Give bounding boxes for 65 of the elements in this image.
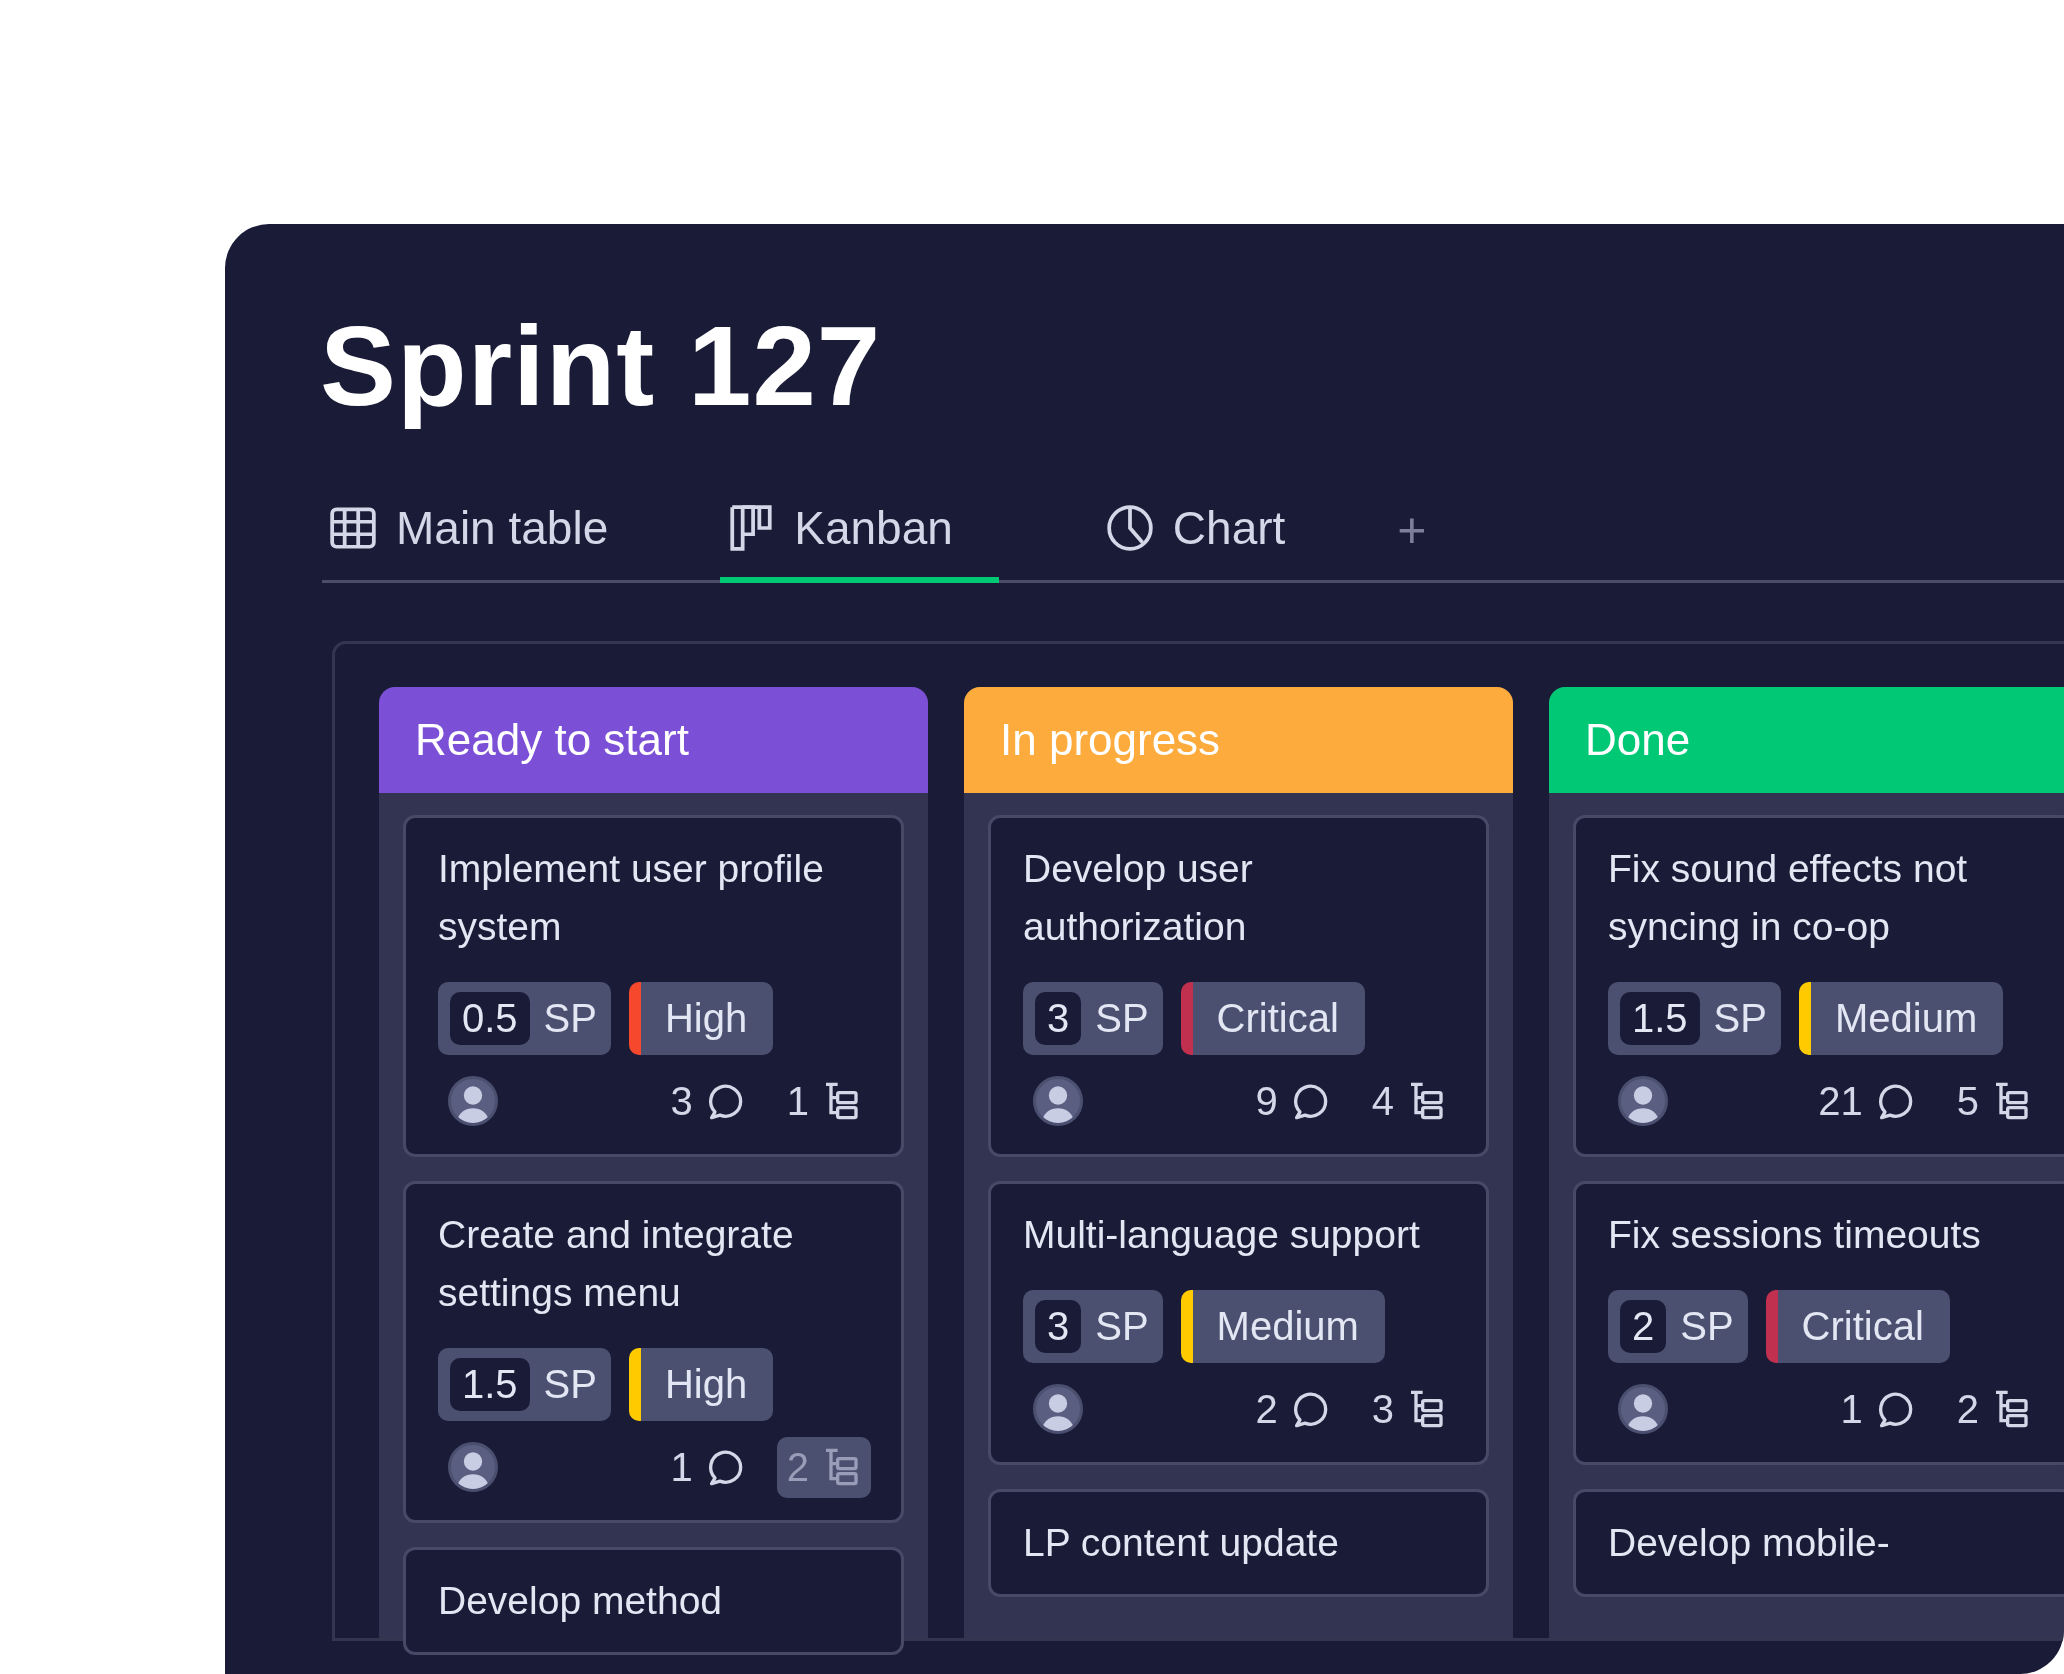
avatar-icon bbox=[448, 1076, 498, 1127]
task-card[interactable]: Develop mobile- bbox=[1573, 1488, 2064, 1597]
story-points-unit: SP bbox=[1095, 995, 1149, 1041]
task-title: Implement user profile system bbox=[438, 845, 825, 950]
task-card[interactable]: Fix sound effects not syncing in co-op 1.5 SP Medium 21 5 bbox=[1573, 814, 2064, 1157]
view-tab[interactable]: Kanban bbox=[720, 500, 999, 583]
avatar-icon bbox=[1618, 1076, 1668, 1127]
tab-label: Chart bbox=[1172, 500, 1286, 555]
board-title: Sprint 127 bbox=[320, 301, 882, 431]
tab-label: Main table bbox=[396, 500, 609, 555]
comment-count: 1 bbox=[670, 1444, 693, 1490]
view-tab[interactable]: Chart bbox=[1098, 500, 1298, 583]
task-title: Develop user authorization bbox=[1023, 845, 1254, 950]
task-title: Multi-language support bbox=[1023, 1211, 1421, 1258]
story-points-value: 2 bbox=[1620, 1299, 1667, 1353]
task-title: LP content update bbox=[1023, 1519, 1340, 1566]
comment-count: 3 bbox=[670, 1078, 693, 1124]
priority-tag: Medium bbox=[1798, 981, 2004, 1055]
subitems-button[interactable]: 5 bbox=[1946, 1070, 2041, 1132]
priority-tag: Medium bbox=[1180, 1289, 1385, 1363]
subitems-button[interactable]: 1 bbox=[776, 1070, 871, 1132]
story-points-value: 3 bbox=[1035, 991, 1082, 1045]
story-points-value: 1.5 bbox=[450, 1357, 530, 1411]
subitems-button[interactable]: 2 bbox=[1946, 1378, 2041, 1440]
story-points-value: 0.5 bbox=[450, 991, 530, 1045]
task-card[interactable]: Develop method bbox=[403, 1546, 904, 1655]
column-header: Done bbox=[1549, 686, 2064, 793]
pie-chart-icon bbox=[1104, 502, 1155, 553]
avatar-icon bbox=[1033, 1076, 1083, 1127]
priority-tag: Critical bbox=[1765, 1289, 1950, 1363]
story-points-value: 3 bbox=[1035, 1299, 1082, 1353]
task-card[interactable]: Fix sessions timeouts 2 SP Critical 1 2 bbox=[1573, 1180, 2064, 1465]
story-points-unit: SP bbox=[543, 1361, 597, 1407]
priority-tag: Critical bbox=[1180, 981, 1365, 1055]
priority-tag: High bbox=[628, 981, 774, 1055]
task-title: Develop method bbox=[438, 1577, 723, 1624]
avatar-icon bbox=[1033, 1384, 1083, 1435]
column-header: Ready to start bbox=[379, 686, 928, 793]
task-title: Fix sound effects not syncing in co-op bbox=[1608, 845, 1969, 950]
add-view-button[interactable]: + bbox=[1397, 505, 1427, 556]
story-points-unit: SP bbox=[1680, 1303, 1734, 1349]
task-card[interactable]: Create and integrate settings menu 1.5 SP High 1 2 bbox=[403, 1180, 904, 1523]
task-title: Develop mobile- bbox=[1608, 1519, 1891, 1566]
comment-count: 1 bbox=[1840, 1386, 1863, 1432]
comment-count: 2 bbox=[1255, 1386, 1278, 1432]
task-title: Create and integrate settings menu bbox=[438, 1211, 795, 1316]
story-points-unit: SP bbox=[1095, 1303, 1149, 1349]
tab-label: Kanban bbox=[794, 500, 953, 555]
avatar-icon bbox=[448, 1442, 498, 1493]
story-points-unit: SP bbox=[543, 995, 597, 1041]
comment-count: 21 bbox=[1818, 1078, 1863, 1124]
story-points-value: 1.5 bbox=[1620, 991, 1700, 1045]
priority-tag: High bbox=[628, 1347, 774, 1421]
comment-count: 9 bbox=[1255, 1078, 1278, 1124]
task-card[interactable]: Develop user authorization 3 SP Critical 9 4 bbox=[988, 814, 1489, 1157]
avatar-icon bbox=[1618, 1384, 1668, 1435]
subitems-button[interactable]: 4 bbox=[1361, 1070, 1456, 1132]
subitems-button[interactable]: 3 bbox=[1361, 1378, 1456, 1440]
column-header: In progress bbox=[964, 686, 1513, 793]
story-points-unit: SP bbox=[1713, 995, 1767, 1041]
task-title: Fix sessions timeouts bbox=[1608, 1211, 1982, 1258]
view-tab[interactable]: Main table bbox=[322, 500, 621, 583]
task-card[interactable]: Multi-language support 3 SP Medium 2 3 bbox=[988, 1180, 1489, 1465]
task-card[interactable]: Implement user profile system 0.5 SP High 3 1 bbox=[403, 814, 904, 1157]
task-card[interactable]: LP content update bbox=[988, 1488, 1489, 1597]
